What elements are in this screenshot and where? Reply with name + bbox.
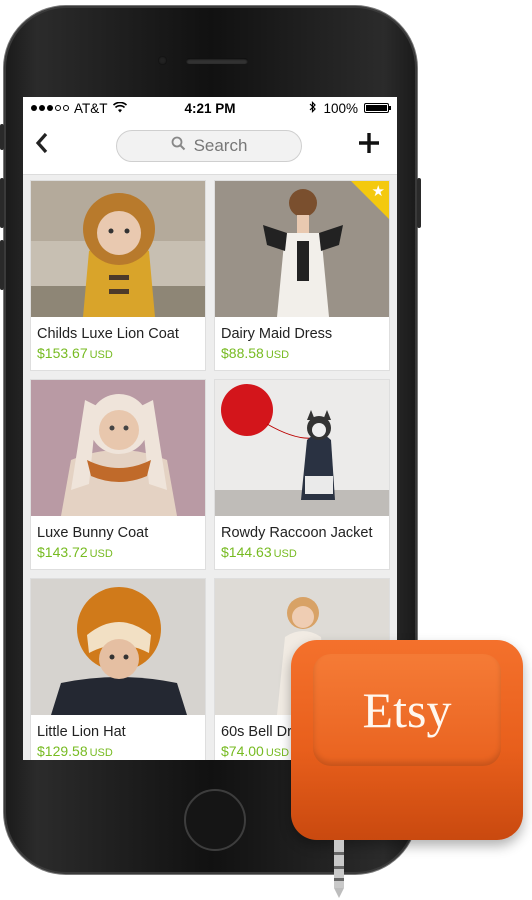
- reader-face: Etsy: [313, 654, 501, 766]
- signal-strength: [31, 105, 69, 111]
- audio-jack-plug: [334, 840, 344, 898]
- search-placeholder: Search: [193, 136, 248, 155]
- battery-level: [366, 105, 387, 111]
- price-currency: USD: [89, 747, 113, 759]
- plus-icon[interactable]: [357, 127, 381, 161]
- listing-card[interactable]: Little Lion Hat $129.58 USD: [30, 578, 206, 760]
- listing-price: $129.58 USD: [31, 740, 205, 760]
- listing-title: Childs Luxe Lion Coat: [37, 326, 179, 342]
- price-amount: $74.00: [221, 743, 264, 759]
- listing-photo: [215, 380, 389, 516]
- battery-percent: 100%: [323, 100, 358, 116]
- carrier-name: AT&T: [74, 100, 108, 116]
- power-button: [417, 178, 421, 228]
- listing-title: Dairy Maid Dress: [221, 326, 333, 342]
- chevron-left-icon[interactable]: [35, 131, 49, 159]
- listing-card[interactable]: Childs Luxe Lion Coat $153.67 USD: [30, 180, 206, 371]
- listing-photo: [31, 181, 205, 317]
- listing-price: $88.58 USD: [215, 342, 389, 363]
- listing-photo: ★: [215, 181, 389, 317]
- signal-dot: [55, 105, 61, 111]
- price-currency: USD: [89, 349, 113, 361]
- search-icon: [171, 136, 186, 156]
- price-currency: USD: [273, 548, 297, 560]
- home-button[interactable]: [184, 789, 246, 851]
- etsy-logo: Etsy: [362, 682, 452, 738]
- status-bar: AT&T 4:21 PM 100%: [23, 97, 397, 119]
- price-amount: $153.67: [37, 345, 88, 361]
- search-input[interactable]: Search: [116, 130, 302, 162]
- listing-card[interactable]: Luxe Bunny Coat $143.72 USD: [30, 379, 206, 570]
- signal-dot: [63, 105, 69, 111]
- listing-card[interactable]: ★ Dairy Maid Dress $88.58 USD: [214, 180, 390, 371]
- price-amount: $144.63: [221, 544, 272, 560]
- listing-title: Rowdy Raccoon Jacket: [221, 525, 373, 541]
- front-camera: [158, 56, 167, 65]
- listing-price: $144.63 USD: [215, 541, 389, 562]
- price-amount: $129.58: [37, 743, 88, 759]
- listing-title: Little Lion Hat: [37, 724, 126, 740]
- price-amount: $88.58: [221, 345, 264, 361]
- signal-dot: [47, 105, 53, 111]
- price-currency: USD: [89, 548, 113, 560]
- price-currency: USD: [265, 349, 290, 361]
- listing-card[interactable]: Rowdy Raccoon Jacket $144.63 USD: [214, 379, 390, 570]
- listing-price: $153.67 USD: [31, 342, 205, 363]
- price-amount: $143.72: [37, 544, 88, 560]
- wifi-icon: [112, 101, 127, 116]
- listing-photo: [31, 579, 205, 715]
- volume-up-button: [0, 178, 4, 228]
- signal-dot: [31, 105, 37, 111]
- signal-dot: [39, 105, 45, 111]
- mute-switch: [0, 124, 4, 150]
- bluetooth-icon: [309, 100, 317, 116]
- listing-price: $143.72 USD: [31, 541, 205, 562]
- card-reader: Etsy: [291, 640, 523, 840]
- battery-icon: [364, 103, 391, 113]
- listing-title: Luxe Bunny Coat: [37, 525, 149, 541]
- volume-down-button: [0, 240, 4, 290]
- earpiece-speaker: [186, 58, 248, 64]
- star-icon: ★: [371, 183, 385, 200]
- listing-photo: [31, 380, 205, 516]
- price-currency: USD: [265, 747, 290, 759]
- nav-bar: Search: [23, 119, 397, 175]
